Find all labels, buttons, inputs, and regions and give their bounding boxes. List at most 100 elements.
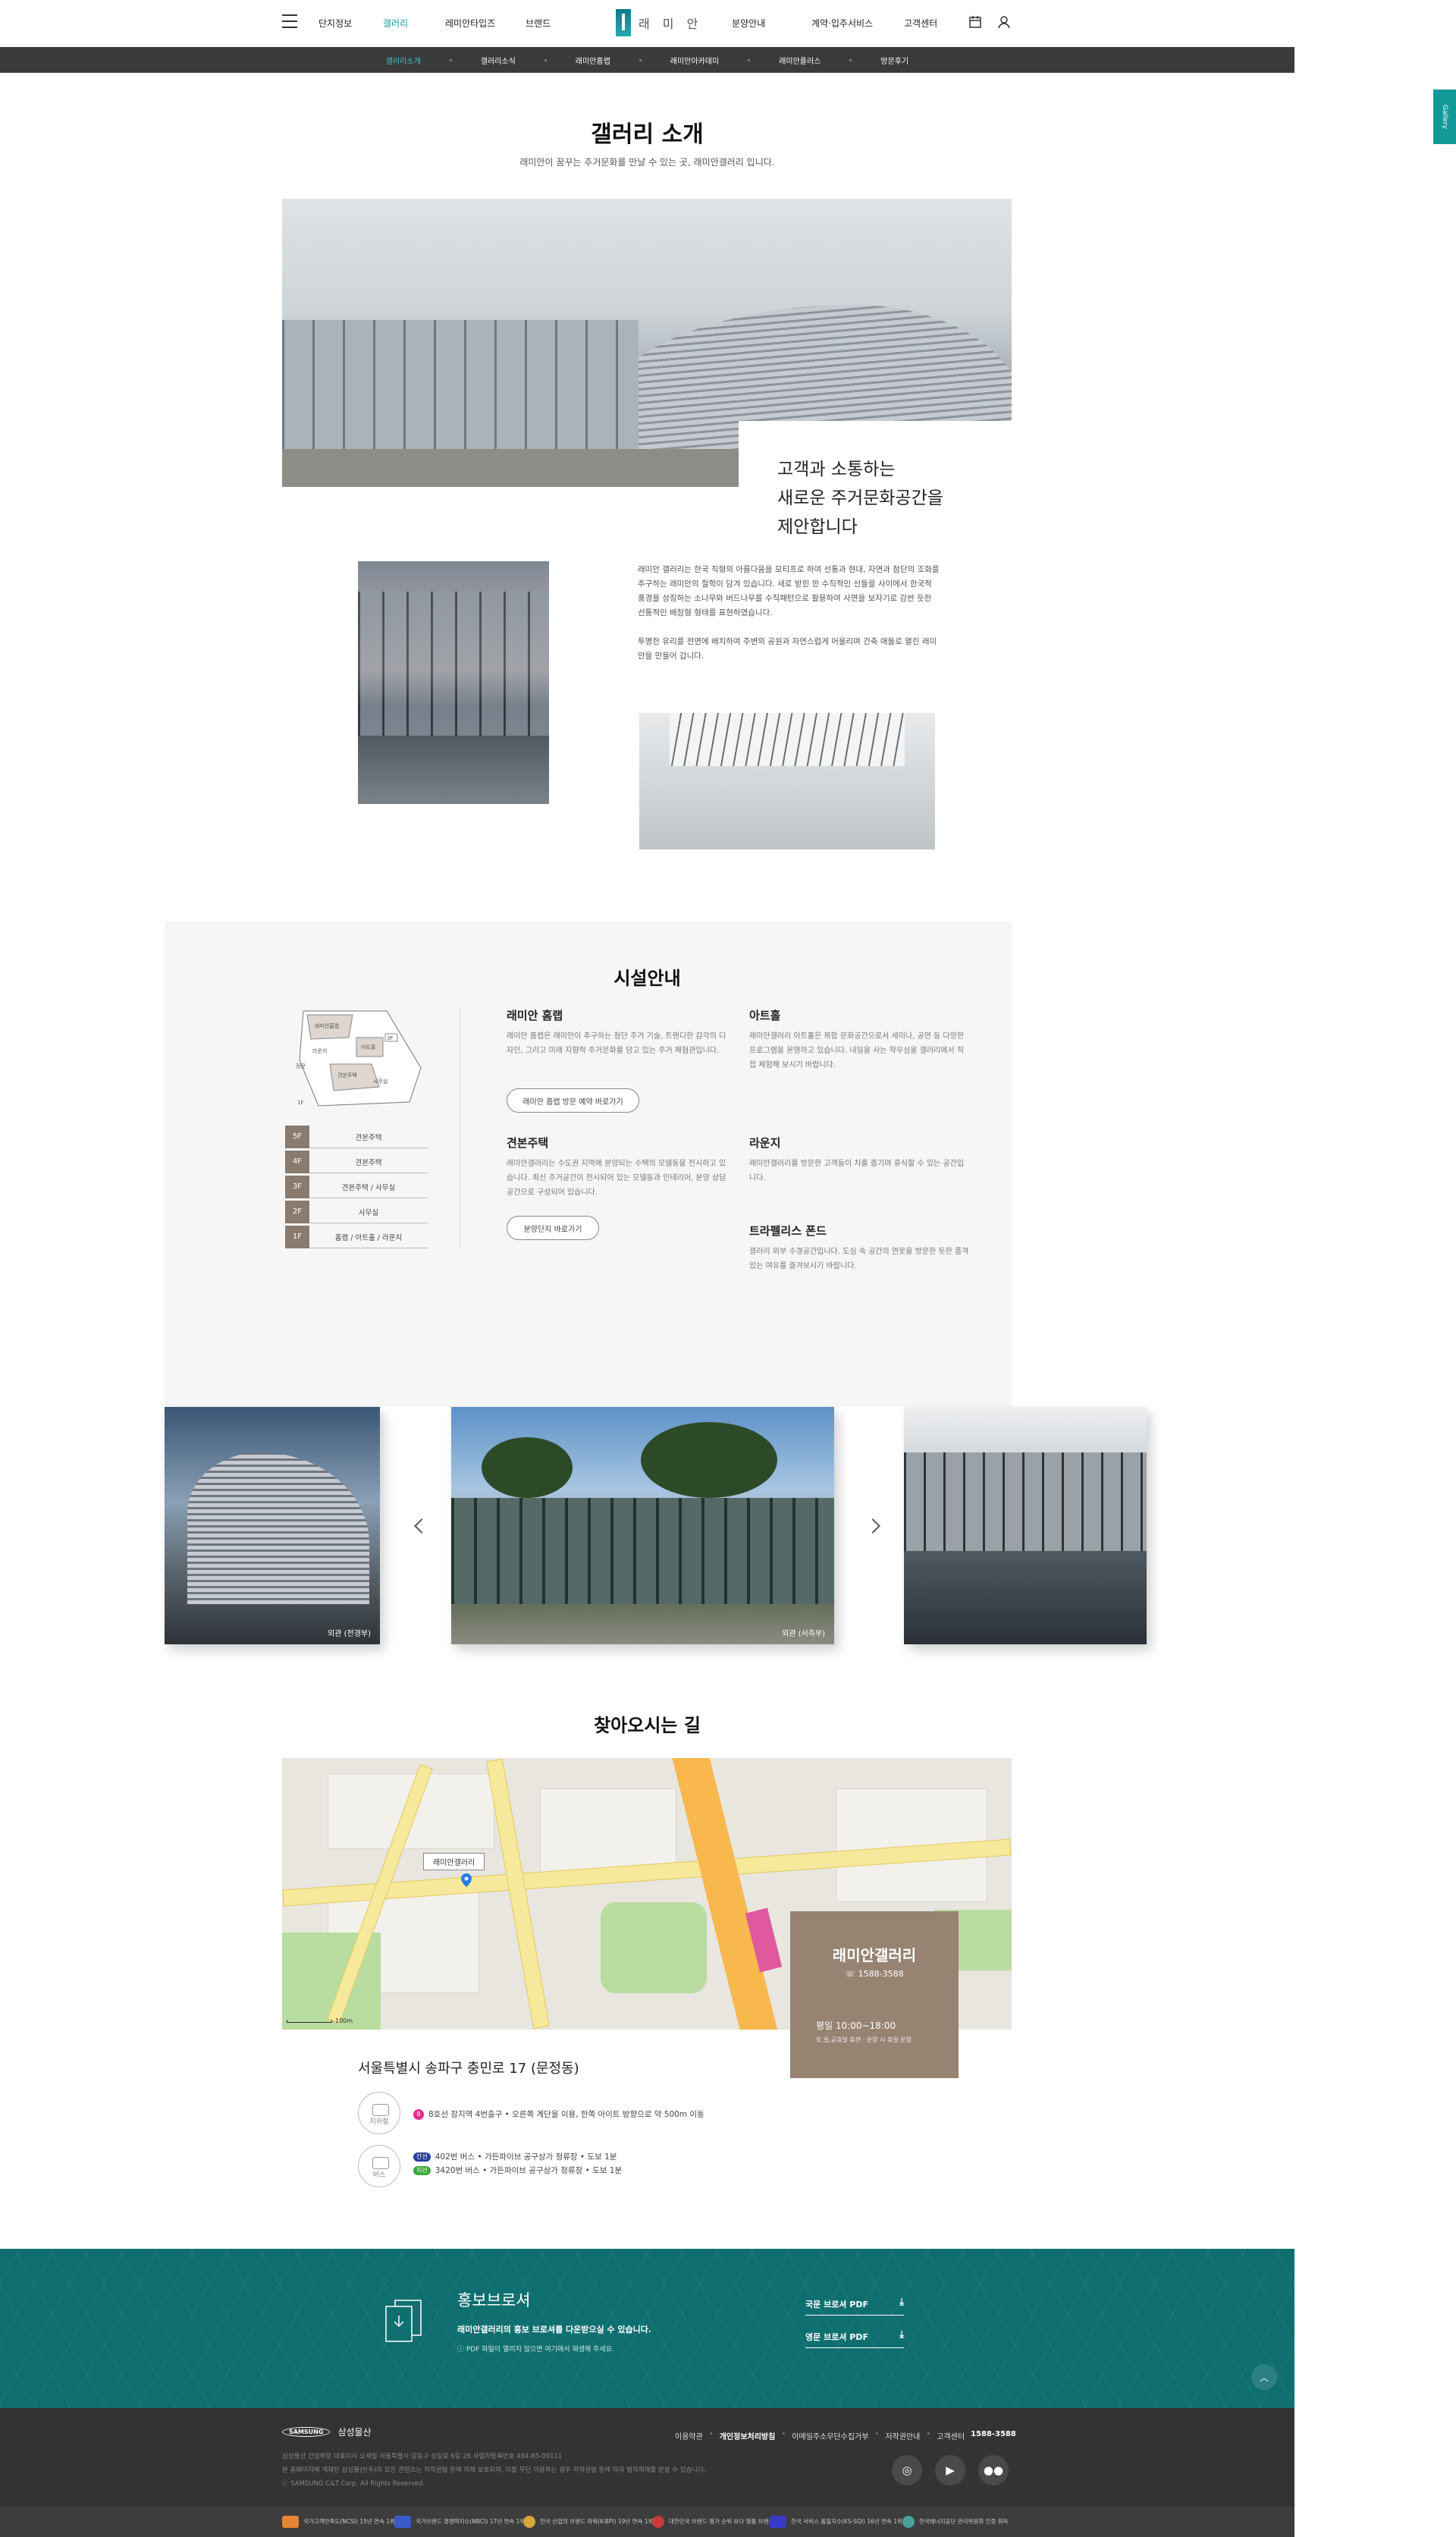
floor-badge: 4F bbox=[285, 1150, 309, 1173]
floor-badge: 3F bbox=[285, 1175, 309, 1198]
certification-bar: 국가고객만족도(NCSI) 15년 연속 1위 국가브랜드 경쟁력지수(NBCI… bbox=[0, 2507, 1294, 2537]
map-pin-icon bbox=[461, 1873, 472, 1887]
info-hours-note: 토,일,공휴일 휴관 · 분양 시 휴일 운영 bbox=[816, 2036, 912, 2043]
facility-desc: 래미안갤러리를 방문한 고객들이 차를 즐기며 휴식할 수 있는 공간입니다. bbox=[749, 1160, 965, 1182]
subnav-plus[interactable]: 래미안플러스 bbox=[779, 55, 821, 66]
nav-customer-center[interactable]: 고객센터 bbox=[904, 17, 937, 30]
carousel-slide-prev[interactable]: 외관 (전경부) bbox=[165, 1407, 380, 1644]
link-customer-center[interactable]: 고객센터 bbox=[937, 2430, 965, 2441]
map-marker-label: 래미안갤러리 bbox=[423, 1853, 485, 1870]
facility-desc: 래미안갤러리 아트홀은 복합 문화공간으로서 세미나, 공연 등 다양한 프로그… bbox=[749, 1032, 965, 1069]
subnav-gallery-intro[interactable]: 갤러리소개 bbox=[386, 55, 421, 66]
facility-title: 견본주택 bbox=[507, 1136, 549, 1150]
carousel-next-icon[interactable] bbox=[865, 1518, 880, 1534]
info-title: 래미안갤러리 bbox=[832, 1946, 917, 1964]
link-terms[interactable]: 이용약관 bbox=[675, 2430, 703, 2441]
youtube-icon[interactable]: ▶ bbox=[935, 2455, 965, 2485]
map-park bbox=[601, 1902, 707, 1993]
ceiling-ribs bbox=[670, 713, 905, 766]
tower-shape bbox=[187, 1452, 369, 1604]
subnav-homelab[interactable]: 래미안홈랩 bbox=[576, 55, 610, 66]
carousel-prev-icon[interactable] bbox=[414, 1518, 429, 1534]
footer-phone: 1588-3588 bbox=[971, 2430, 1016, 2438]
glass-facade bbox=[904, 1452, 1147, 1551]
subnav-separator bbox=[849, 58, 852, 61]
facility-desc: 래미안갤러리는 수도권 지역에 분양되는 수택의 모델동을 전시하고 있습니다.… bbox=[507, 1160, 726, 1197]
sales-complex-button[interactable]: 분양단지 바로가기 bbox=[507, 1216, 599, 1240]
gallery-info-box: 래미안갤러리 ☏ 1588-3588 평일 10:00~18:00 토,일,공휴… bbox=[790, 1911, 959, 2078]
carousel-slide-current[interactable]: 외관 (서측부) bbox=[451, 1407, 834, 1644]
brochure-title: 홍보브로셔 bbox=[457, 2291, 531, 2309]
facilities-title: 시설안내 bbox=[613, 968, 681, 989]
bus-text: 402번 버스 • 가든파이브 공구상가 정류장 • 도보 1분 bbox=[435, 2152, 617, 2162]
subnav-reviews[interactable]: 방문후기 bbox=[880, 55, 908, 66]
line8-badge: 8 bbox=[413, 2108, 424, 2120]
cert-text: 한국에너지공단 관리위원회 인증 취득 bbox=[919, 2518, 1009, 2525]
gallery-interior-photo bbox=[639, 713, 935, 849]
subnav-gallery-news[interactable]: 갤러리소식 bbox=[481, 55, 516, 66]
bus-directions: 지선 3420번 버스 • 가든파이브 공구상가 정류장 • 도보 1분 bbox=[413, 2165, 622, 2176]
glass-facade bbox=[451, 1498, 834, 1604]
cert-item: 한국 서비스 품질지수(KS-SQI) 16년 연속 1위 bbox=[770, 2516, 902, 2528]
nav-contract-service[interactable]: 계약·입주서비스 bbox=[811, 17, 873, 30]
floor-name: 홈랩 / 아트홀 / 라운지 bbox=[334, 1233, 403, 1242]
info-phone: ☏ 1588-3588 bbox=[845, 1969, 904, 1979]
gallery-side-tab[interactable]: Gallery bbox=[1433, 89, 1456, 144]
map-scale: 100m bbox=[287, 2017, 353, 2024]
back-to-top-icon[interactable]: ︿ bbox=[1251, 2364, 1277, 2390]
cert-text: 한국 서비스 품질지수(KS-SQI) 16년 연속 1위 bbox=[791, 2518, 903, 2525]
link-separator: • bbox=[781, 2430, 786, 2438]
facility-arthall: 아트홀 래미안갤러리 아트홀은 복합 문화공간으로서 세미나, 공연 등 다양한… bbox=[749, 1007, 969, 1072]
facility-desc: 갤러리 외부 수경공간입니다. 도심 속 공간의 연못을 방문한 듯한 품격있는… bbox=[749, 1248, 969, 1270]
quote-line: 제안합니다 bbox=[777, 517, 858, 537]
quote-line: 새로운 주거문화공간을 bbox=[777, 488, 943, 508]
pine-tree bbox=[482, 1437, 573, 1498]
link-email-refusal[interactable]: 이메일주소무단수집거부 bbox=[792, 2430, 868, 2441]
download-pdf-en[interactable]: 영문 브로셔 PDF bbox=[805, 2329, 904, 2348]
map-label: 정문 bbox=[296, 1063, 306, 1069]
nav-brand[interactable]: 브랜드 bbox=[526, 17, 551, 30]
floor-row: 5F 견본주택 bbox=[285, 1125, 428, 1148]
cert-icon bbox=[770, 2516, 786, 2528]
map-label: 견본주택 bbox=[337, 1072, 357, 1079]
nav-complex-info[interactable]: 단지정보 bbox=[318, 17, 352, 30]
subnav-separator bbox=[748, 58, 751, 61]
footer-copyright: ⓒ SAMSUNG C&T Corp. All Rights Reserved. bbox=[282, 2480, 425, 2488]
map-label: 래미안홈랩 bbox=[315, 1022, 339, 1029]
nav-sales-info[interactable]: 분양안내 bbox=[732, 17, 765, 30]
brochure-note: ⓘ PDF 파일이 열리지 않으면 여기에서 재생해 주세요. bbox=[457, 2346, 614, 2353]
nav-raemian-types[interactable]: 레미안타입즈 bbox=[445, 17, 495, 30]
link-privacy[interactable]: 개인정보처리방침 bbox=[720, 2430, 776, 2441]
pine-tree bbox=[641, 1422, 777, 1498]
floor-row: 1F 홈랩 / 아트홀 / 라운지 bbox=[285, 1225, 428, 1248]
nav-gallery[interactable]: 갤러리 bbox=[383, 17, 408, 30]
download-pdf-kr[interactable]: 국문 브로셔 PDF bbox=[805, 2297, 904, 2316]
cert-item: 국가고객만족도(NCSI) 15년 연속 1위 bbox=[282, 2516, 395, 2528]
company-name: 삼성물산 bbox=[337, 2427, 372, 2438]
floor-row: 4F 견본주택 bbox=[285, 1150, 428, 1173]
cert-text: 대한민국 브랜드 평가 순위 보다 명품 브랜드 1위 bbox=[669, 2518, 785, 2525]
link-separator: • bbox=[708, 2430, 714, 2438]
subnav-academy[interactable]: 래미안아카데미 bbox=[670, 55, 719, 66]
link-copyright[interactable]: 저작권안내 bbox=[885, 2430, 920, 2441]
logo[interactable]: 래 미 안 bbox=[616, 8, 702, 38]
floor-name: 견본주택 / 사무실 bbox=[341, 1183, 396, 1192]
glass-grid bbox=[358, 592, 549, 736]
map-label: 3F bbox=[387, 1035, 393, 1041]
floor-badge: 1F bbox=[285, 1225, 309, 1248]
intro-paragraph: 래미안 갤러리는 한국 직형의 아름다움을 모티프로 하여 선통과 현대, 자연… bbox=[638, 565, 940, 617]
facility-lounge: 라운지 래미안갤러리를 방문한 고객들이 차를 즐기며 휴식할 수 있는 공간입… bbox=[749, 1135, 969, 1185]
floor-row: 2F 사무실 bbox=[285, 1200, 428, 1223]
site-header: 단지정보 갤러리 레미안타입즈 브랜드 래 미 안 분양안내 계약·입주서비스 … bbox=[0, 0, 1294, 47]
floor-name: 사무실 bbox=[358, 1208, 379, 1217]
calendar-icon[interactable] bbox=[968, 15, 982, 29]
facility-title: 아트홀 bbox=[749, 1009, 781, 1022]
chat-icon[interactable]: ●● bbox=[978, 2455, 1009, 2485]
address: 서울특별시 송파구 충민로 17 (문정동) bbox=[358, 2061, 579, 2077]
user-icon[interactable] bbox=[997, 15, 1011, 29]
map-label: 1F bbox=[297, 1100, 303, 1106]
instagram-icon[interactable]: ◎ bbox=[892, 2455, 922, 2485]
carousel-slide-next[interactable] bbox=[904, 1407, 1147, 1644]
hamburger-menu-icon[interactable] bbox=[282, 14, 297, 28]
homelab-reservation-button[interactable]: 래미안 홈랩 방문 예약 바로가기 bbox=[507, 1088, 639, 1113]
